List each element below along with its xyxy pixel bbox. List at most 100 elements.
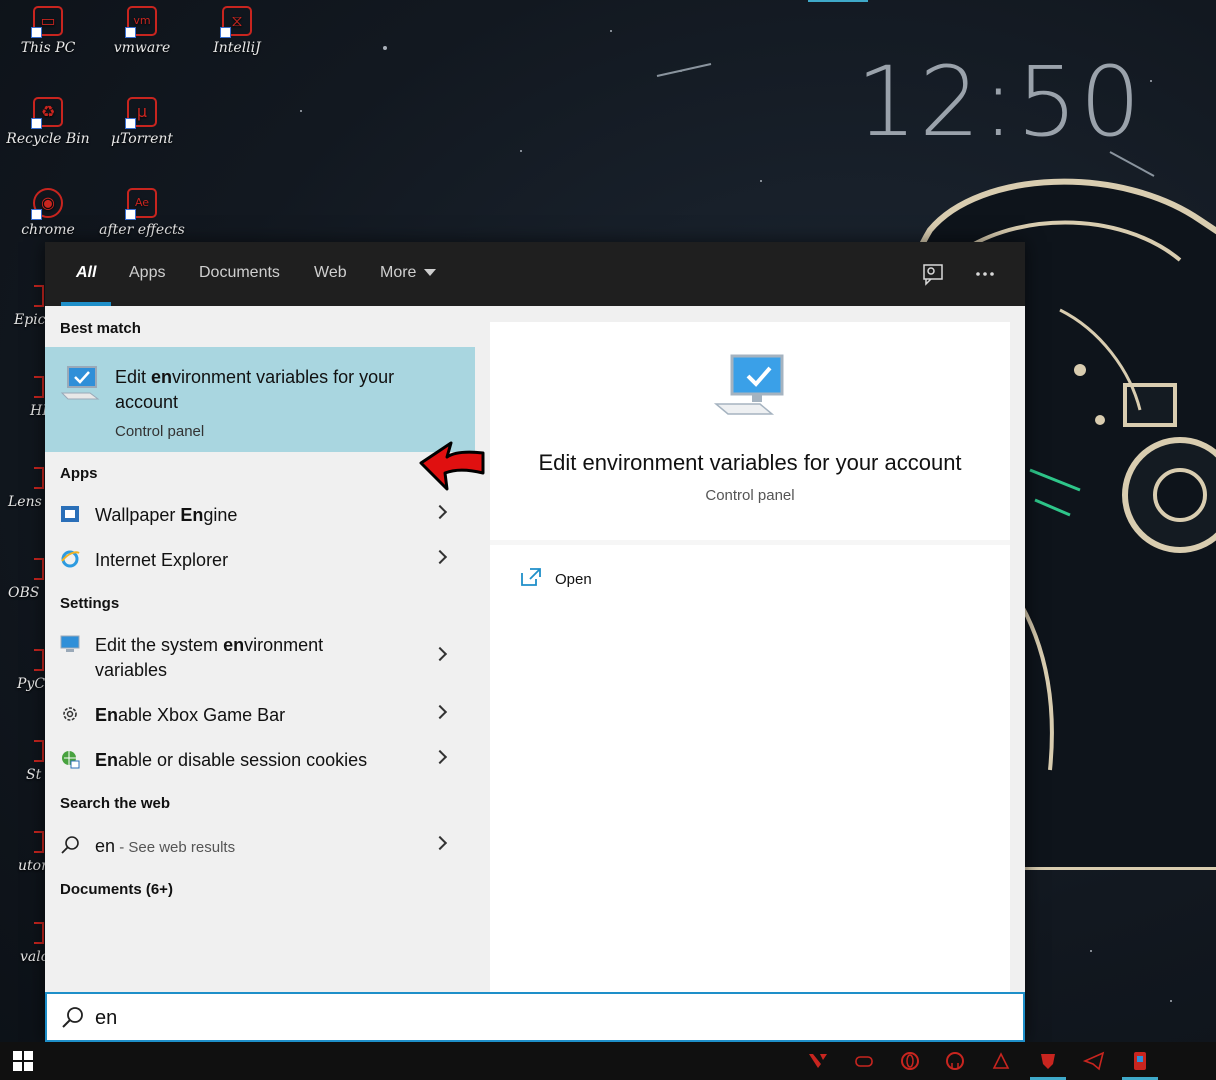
- opera-icon[interactable]: [899, 1050, 921, 1072]
- after-effects-icon: Ae: [125, 188, 157, 220]
- result-wallpaper-engine[interactable]: Wallpaper Engine: [45, 492, 475, 536]
- tab-documents[interactable]: Documents: [199, 242, 280, 306]
- desktop-icon-label: vmware: [113, 40, 171, 56]
- desktop-icon-chrome[interactable]: ◉ chrome: [2, 188, 94, 238]
- result-label: Internet Explorer: [95, 550, 229, 570]
- partial-icon: [34, 649, 44, 671]
- partial-icon: [34, 831, 44, 853]
- result-web-search[interactable]: en - See web results: [45, 823, 475, 867]
- shooting-star: [656, 63, 712, 77]
- desktop-icon-epic[interactable]: Epic: [14, 312, 46, 328]
- partial-icon: [34, 740, 44, 762]
- vmware-icon: vm: [125, 6, 157, 38]
- chevron-right-icon[interactable]: [432, 835, 448, 851]
- windows-start-icon[interactable]: [0, 1042, 46, 1080]
- monitor-icon: ▭: [31, 6, 63, 38]
- internet-options-icon: [62, 751, 80, 769]
- partial-icon: [34, 285, 44, 307]
- tab-more-label: More: [380, 264, 417, 281]
- preview-subtitle: Control panel: [705, 487, 795, 504]
- chevron-right-icon[interactable]: [432, 504, 448, 520]
- result-label: Enable Xbox Game Bar: [95, 705, 286, 725]
- desktop-icon-obs[interactable]: OBS: [8, 585, 39, 601]
- wallpaper-engine-icon: [61, 506, 79, 522]
- search-input[interactable]: [95, 1004, 795, 1032]
- desktop-clock: 12:50: [856, 46, 1143, 158]
- preview-title: Edit environment variables for your acco…: [538, 450, 962, 475]
- tab-web[interactable]: Web: [314, 242, 347, 306]
- tab-more[interactable]: More: [380, 242, 437, 306]
- preview-card: Edit environment variables for your acco…: [490, 322, 1010, 540]
- chevron-right-icon[interactable]: [432, 749, 448, 765]
- computer-icon: [60, 635, 80, 652]
- partial-icon: [34, 376, 44, 398]
- desktop-icon-intellij[interactable]: ⧖ IntelliJ: [191, 6, 283, 56]
- feedback-icon[interactable]: [921, 262, 945, 286]
- best-match-heading: Best match: [60, 320, 141, 337]
- search-header: All Apps Documents Web More: [45, 242, 1025, 306]
- desktop-icon-steam[interactable]: St: [26, 767, 41, 783]
- result-session-cookies[interactable]: Enable or disable session cookies: [45, 737, 475, 781]
- desktop-icon-label: after effects: [99, 222, 185, 238]
- gamepad-icon[interactable]: [853, 1050, 875, 1072]
- desktop-icon-recycle-bin[interactable]: ♻ Recycle Bin: [2, 97, 94, 147]
- top-accent-indicator: [808, 0, 868, 2]
- desktop-icon-after-effects[interactable]: Ae after effects: [96, 188, 188, 238]
- result-label: en - See web results: [95, 836, 236, 856]
- chevron-right-icon[interactable]: [432, 549, 448, 565]
- open-external-icon: [521, 568, 541, 586]
- taskbar: [0, 1042, 1216, 1080]
- search-app-icon[interactable]: [1129, 1050, 1151, 1072]
- chevron-right-icon[interactable]: [432, 704, 448, 720]
- desktop-icon-utorrent[interactable]: µ µTorrent: [96, 97, 188, 147]
- gear-icon: [63, 707, 77, 721]
- desktop-icon-label: This PC: [20, 40, 76, 56]
- result-system-environment-variables[interactable]: Edit the system environment variables: [45, 622, 475, 686]
- search-icon: [62, 1007, 83, 1028]
- best-match-title: Edit environment variables for your acco…: [115, 367, 395, 412]
- intellij-icon: ⧖: [220, 6, 252, 38]
- more-options-icon[interactable]: [973, 262, 997, 286]
- desktop-icon-label: Recycle Bin: [6, 131, 90, 147]
- chevron-down-icon: [424, 269, 437, 277]
- open-action-label: Open: [555, 571, 592, 588]
- apps-heading: Apps: [60, 465, 98, 482]
- chrome-icon: ◉: [31, 188, 63, 220]
- desktop-icon-label: IntelliJ: [213, 40, 261, 56]
- partial-icon: [34, 467, 44, 489]
- partial-icon: [34, 922, 44, 944]
- valorant-icon[interactable]: [807, 1050, 829, 1072]
- settings-heading: Settings: [60, 595, 120, 612]
- preview-pane: Edit environment variables for your acco…: [490, 322, 1010, 992]
- brave-icon[interactable]: [1037, 1050, 1059, 1072]
- tab-all[interactable]: All: [60, 242, 113, 306]
- windows-search-panel: All Apps Documents Web More Best match E…: [45, 242, 1025, 1042]
- internet-explorer-icon: [61, 550, 80, 568]
- result-label: Enable or disable session cookies: [95, 750, 368, 770]
- inkscape-icon[interactable]: [990, 1050, 1012, 1072]
- utorrent-icon: µ: [125, 97, 157, 129]
- chevron-right-icon[interactable]: [432, 646, 448, 662]
- result-xbox-game-bar[interactable]: Enable Xbox Game Bar: [45, 692, 475, 736]
- result-internet-explorer[interactable]: Internet Explorer: [45, 537, 475, 581]
- best-match-result[interactable]: Edit environment variables for your acco…: [45, 347, 485, 491]
- desktop-icon-vmware[interactable]: vm vmware: [96, 6, 188, 56]
- desktop-icon-this-pc[interactable]: ▭ This PC: [2, 6, 94, 56]
- actions-card: Open: [490, 545, 1010, 992]
- search-web-heading: Search the web: [60, 795, 171, 812]
- desktop-icon-pycharm[interactable]: PyC: [17, 676, 45, 692]
- search-icon: [61, 836, 79, 854]
- desktop-icon-lens[interactable]: Lens: [8, 494, 42, 510]
- red-arrow-annotation: [419, 441, 485, 491]
- desktop-icon-utorrent-2[interactable]: utor: [18, 858, 48, 874]
- tab-apps[interactable]: Apps: [129, 242, 165, 306]
- computer-icon: [60, 366, 100, 400]
- search-box[interactable]: [45, 992, 1025, 1042]
- documents-heading[interactable]: Documents (6+): [60, 881, 173, 898]
- desktop-icon-label: chrome: [21, 222, 75, 238]
- github-icon[interactable]: [944, 1050, 966, 1072]
- telegram-icon[interactable]: [1083, 1050, 1105, 1072]
- trash-icon: ♻: [31, 97, 63, 129]
- desktop-icon-label: µTorrent: [110, 131, 174, 147]
- result-label: Edit the system environment variables: [95, 635, 324, 680]
